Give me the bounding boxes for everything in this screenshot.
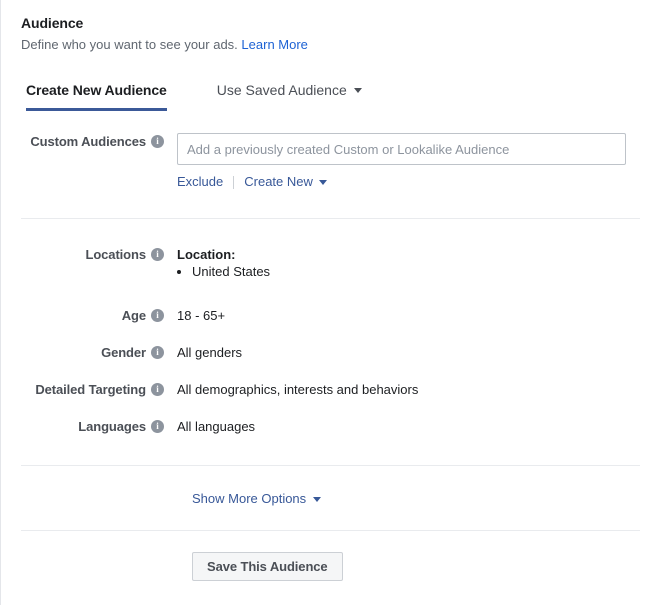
link-divider [233,175,235,189]
info-icon-gender[interactable]: i [151,346,164,359]
info-icon-locations[interactable]: i [151,248,164,261]
exclude-link[interactable]: Exclude [177,174,223,190]
custom-audiences-control: Exclude Create New [177,133,660,190]
info-icon-detailed-targeting[interactable]: i [151,383,164,396]
languages-row: Languages i All languages [1,418,660,435]
show-more-options-link[interactable]: Show More Options [192,491,322,507]
info-icon-age[interactable]: i [151,309,164,322]
locations-row: Locations i Location: United States [1,246,660,281]
info-icon-languages[interactable]: i [151,420,164,433]
show-more-options-wrap: Show More Options [1,490,660,508]
list-item: United States [192,263,660,281]
audience-tabs: Create New Audience Use Saved Audience [1,80,660,112]
divider-middle [21,465,640,466]
show-more-options-label: Show More Options [192,491,307,506]
save-audience-wrap: Save This Audience [1,552,660,581]
languages-value[interactable]: All languages [177,418,660,435]
create-new-label: Create New [244,174,313,189]
age-row: Age i 18 - 65+ [1,307,660,324]
locations-value-title: Location: [177,247,236,262]
create-new-link[interactable]: Create New [244,174,327,190]
tab-create-new-audience[interactable]: Create New Audience [26,80,167,111]
page-title: Audience [21,15,84,31]
gender-label: Gender [101,345,146,360]
chevron-down-icon [353,87,362,93]
custom-audiences-row: Custom Audiences i Exclude Create New [1,133,660,190]
save-this-audience-button[interactable]: Save This Audience [192,552,343,581]
tab-use-saved-audience-label: Use Saved Audience [216,82,347,98]
info-icon-custom-audiences[interactable]: i [151,135,164,148]
gender-row: Gender i All genders [1,344,660,361]
header-subtitle: Define who you want to see your ads. Lea… [21,36,660,53]
chevron-down-icon [313,496,322,502]
chevron-down-icon [318,179,327,185]
audience-panel: Audience Define who you want to see your… [0,0,660,605]
custom-audiences-label: Custom Audiences [30,134,146,149]
languages-label: Languages [78,419,146,434]
divider-top [21,218,640,219]
locations-list: United States [177,263,660,281]
age-label: Age [121,308,146,323]
age-value[interactable]: 18 - 65+ [177,307,660,324]
gender-value[interactable]: All genders [177,344,660,361]
custom-audiences-input[interactable] [177,133,626,165]
tab-create-new-audience-label: Create New Audience [26,82,167,98]
detailed-targeting-value[interactable]: All demographics, interests and behavior… [177,381,660,398]
subtitle-text: Define who you want to see your ads. [21,37,238,52]
audience-header: Audience Define who you want to see your… [1,0,660,53]
custom-audiences-links: Exclude Create New [177,174,660,190]
detailed-targeting-row: Detailed Targeting i All demographics, i… [1,381,660,398]
tab-use-saved-audience[interactable]: Use Saved Audience [217,80,362,111]
divider-bottom [21,530,640,531]
learn-more-link[interactable]: Learn More [241,37,307,52]
locations-value[interactable]: Location: United States [177,246,660,281]
locations-label: Locations [85,247,147,262]
detailed-targeting-label: Detailed Targeting [35,382,146,397]
